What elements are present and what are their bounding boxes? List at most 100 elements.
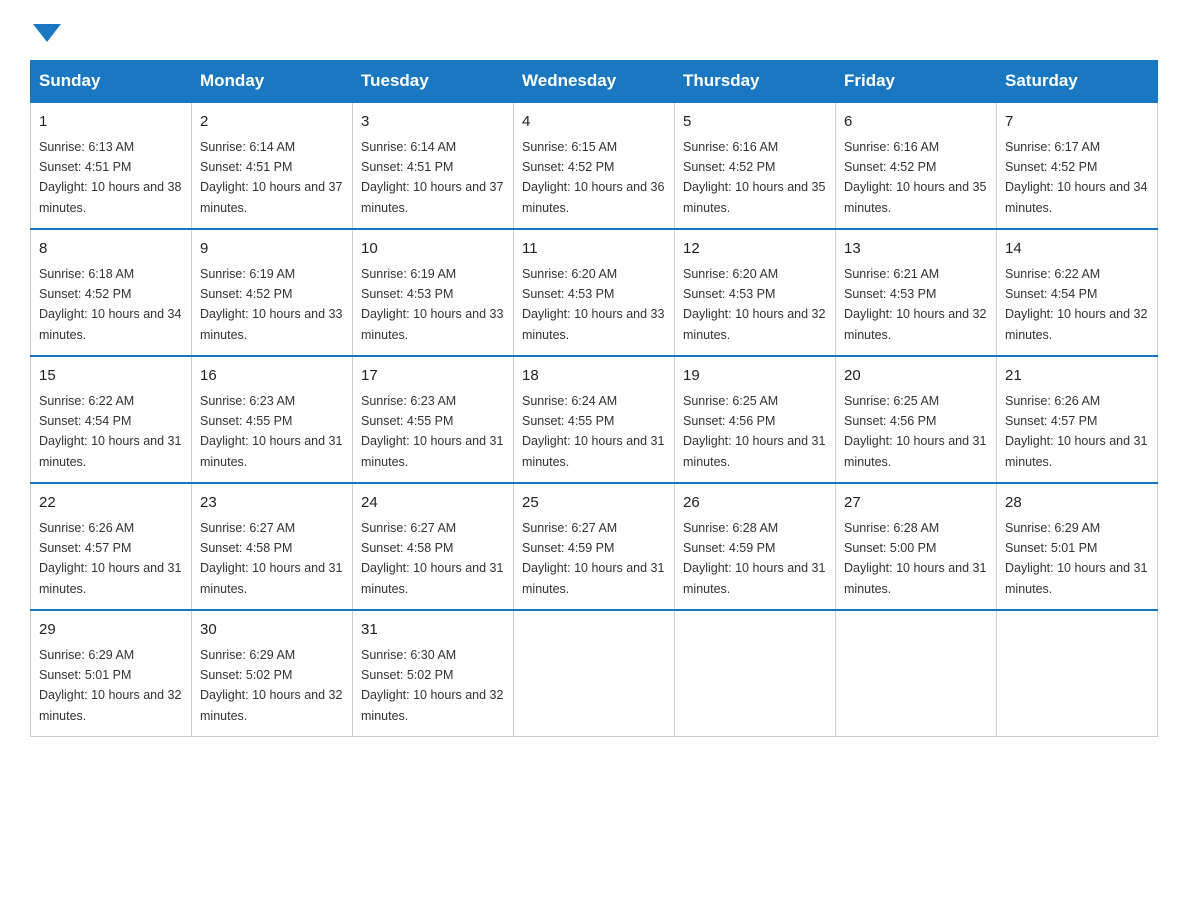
calendar-table: SundayMondayTuesdayWednesdayThursdayFrid… [30, 60, 1158, 737]
calendar-cell: 23 Sunrise: 6:27 AMSunset: 4:58 PMDaylig… [192, 483, 353, 610]
day-number: 20 [844, 365, 988, 388]
calendar-cell: 22 Sunrise: 6:26 AMSunset: 4:57 PMDaylig… [31, 483, 192, 610]
day-number: 23 [200, 492, 344, 515]
header-wednesday: Wednesday [514, 61, 675, 103]
calendar-cell: 24 Sunrise: 6:27 AMSunset: 4:58 PMDaylig… [353, 483, 514, 610]
day-number: 25 [522, 492, 666, 515]
day-info: Sunrise: 6:14 AMSunset: 4:51 PMDaylight:… [361, 140, 503, 215]
day-info: Sunrise: 6:29 AMSunset: 5:01 PMDaylight:… [1005, 521, 1147, 596]
day-info: Sunrise: 6:22 AMSunset: 4:54 PMDaylight:… [39, 394, 181, 469]
week-row-3: 15 Sunrise: 6:22 AMSunset: 4:54 PMDaylig… [31, 356, 1158, 483]
day-number: 22 [39, 492, 183, 515]
calendar-cell: 12 Sunrise: 6:20 AMSunset: 4:53 PMDaylig… [675, 229, 836, 356]
day-info: Sunrise: 6:29 AMSunset: 5:01 PMDaylight:… [39, 648, 181, 723]
calendar-cell: 20 Sunrise: 6:25 AMSunset: 4:56 PMDaylig… [836, 356, 997, 483]
calendar-cell: 1 Sunrise: 6:13 AMSunset: 4:51 PMDayligh… [31, 102, 192, 229]
day-number: 12 [683, 238, 827, 261]
day-number: 5 [683, 111, 827, 134]
day-number: 19 [683, 365, 827, 388]
day-info: Sunrise: 6:27 AMSunset: 4:58 PMDaylight:… [361, 521, 503, 596]
header-sunday: Sunday [31, 61, 192, 103]
day-number: 10 [361, 238, 505, 261]
day-info: Sunrise: 6:14 AMSunset: 4:51 PMDaylight:… [200, 140, 342, 215]
calendar-cell: 31 Sunrise: 6:30 AMSunset: 5:02 PMDaylig… [353, 610, 514, 737]
calendar-cell [675, 610, 836, 737]
day-number: 28 [1005, 492, 1149, 515]
day-info: Sunrise: 6:26 AMSunset: 4:57 PMDaylight:… [39, 521, 181, 596]
calendar-cell: 25 Sunrise: 6:27 AMSunset: 4:59 PMDaylig… [514, 483, 675, 610]
calendar-cell: 21 Sunrise: 6:26 AMSunset: 4:57 PMDaylig… [997, 356, 1158, 483]
calendar-cell: 10 Sunrise: 6:19 AMSunset: 4:53 PMDaylig… [353, 229, 514, 356]
calendar-cell: 30 Sunrise: 6:29 AMSunset: 5:02 PMDaylig… [192, 610, 353, 737]
header-saturday: Saturday [997, 61, 1158, 103]
day-number: 2 [200, 111, 344, 134]
day-info: Sunrise: 6:20 AMSunset: 4:53 PMDaylight:… [522, 267, 664, 342]
day-info: Sunrise: 6:27 AMSunset: 4:59 PMDaylight:… [522, 521, 664, 596]
calendar-cell: 26 Sunrise: 6:28 AMSunset: 4:59 PMDaylig… [675, 483, 836, 610]
calendar-cell: 9 Sunrise: 6:19 AMSunset: 4:52 PMDayligh… [192, 229, 353, 356]
header-thursday: Thursday [675, 61, 836, 103]
calendar-cell: 28 Sunrise: 6:29 AMSunset: 5:01 PMDaylig… [997, 483, 1158, 610]
day-info: Sunrise: 6:17 AMSunset: 4:52 PMDaylight:… [1005, 140, 1147, 215]
day-number: 4 [522, 111, 666, 134]
calendar-cell: 29 Sunrise: 6:29 AMSunset: 5:01 PMDaylig… [31, 610, 192, 737]
day-number: 8 [39, 238, 183, 261]
calendar-cell: 16 Sunrise: 6:23 AMSunset: 4:55 PMDaylig… [192, 356, 353, 483]
day-number: 1 [39, 111, 183, 134]
day-info: Sunrise: 6:28 AMSunset: 5:00 PMDaylight:… [844, 521, 986, 596]
day-number: 26 [683, 492, 827, 515]
day-number: 17 [361, 365, 505, 388]
day-info: Sunrise: 6:15 AMSunset: 4:52 PMDaylight:… [522, 140, 664, 215]
header-monday: Monday [192, 61, 353, 103]
day-number: 6 [844, 111, 988, 134]
header-tuesday: Tuesday [353, 61, 514, 103]
day-number: 7 [1005, 111, 1149, 134]
calendar-cell [836, 610, 997, 737]
day-info: Sunrise: 6:19 AMSunset: 4:53 PMDaylight:… [361, 267, 503, 342]
calendar-cell: 3 Sunrise: 6:14 AMSunset: 4:51 PMDayligh… [353, 102, 514, 229]
day-info: Sunrise: 6:22 AMSunset: 4:54 PMDaylight:… [1005, 267, 1147, 342]
calendar-cell: 17 Sunrise: 6:23 AMSunset: 4:55 PMDaylig… [353, 356, 514, 483]
week-row-5: 29 Sunrise: 6:29 AMSunset: 5:01 PMDaylig… [31, 610, 1158, 737]
day-info: Sunrise: 6:29 AMSunset: 5:02 PMDaylight:… [200, 648, 342, 723]
day-number: 14 [1005, 238, 1149, 261]
day-number: 27 [844, 492, 988, 515]
day-info: Sunrise: 6:13 AMSunset: 4:51 PMDaylight:… [39, 140, 181, 215]
day-number: 21 [1005, 365, 1149, 388]
calendar-cell: 27 Sunrise: 6:28 AMSunset: 5:00 PMDaylig… [836, 483, 997, 610]
day-info: Sunrise: 6:24 AMSunset: 4:55 PMDaylight:… [522, 394, 664, 469]
day-number: 13 [844, 238, 988, 261]
day-number: 31 [361, 619, 505, 642]
day-info: Sunrise: 6:25 AMSunset: 4:56 PMDaylight:… [683, 394, 825, 469]
day-info: Sunrise: 6:16 AMSunset: 4:52 PMDaylight:… [844, 140, 986, 215]
day-info: Sunrise: 6:23 AMSunset: 4:55 PMDaylight:… [361, 394, 503, 469]
calendar-cell: 14 Sunrise: 6:22 AMSunset: 4:54 PMDaylig… [997, 229, 1158, 356]
calendar-cell: 7 Sunrise: 6:17 AMSunset: 4:52 PMDayligh… [997, 102, 1158, 229]
calendar-cell [997, 610, 1158, 737]
calendar-cell: 19 Sunrise: 6:25 AMSunset: 4:56 PMDaylig… [675, 356, 836, 483]
calendar-cell: 13 Sunrise: 6:21 AMSunset: 4:53 PMDaylig… [836, 229, 997, 356]
calendar-cell: 18 Sunrise: 6:24 AMSunset: 4:55 PMDaylig… [514, 356, 675, 483]
day-number: 24 [361, 492, 505, 515]
day-number: 18 [522, 365, 666, 388]
day-info: Sunrise: 6:25 AMSunset: 4:56 PMDaylight:… [844, 394, 986, 469]
day-info: Sunrise: 6:23 AMSunset: 4:55 PMDaylight:… [200, 394, 342, 469]
day-info: Sunrise: 6:28 AMSunset: 4:59 PMDaylight:… [683, 521, 825, 596]
calendar-cell: 6 Sunrise: 6:16 AMSunset: 4:52 PMDayligh… [836, 102, 997, 229]
header-friday: Friday [836, 61, 997, 103]
day-number: 30 [200, 619, 344, 642]
page-header [30, 20, 1158, 42]
day-number: 11 [522, 238, 666, 261]
day-info: Sunrise: 6:30 AMSunset: 5:02 PMDaylight:… [361, 648, 503, 723]
logo-arrow-icon [33, 24, 61, 42]
header-row: SundayMondayTuesdayWednesdayThursdayFrid… [31, 61, 1158, 103]
day-info: Sunrise: 6:20 AMSunset: 4:53 PMDaylight:… [683, 267, 825, 342]
day-number: 16 [200, 365, 344, 388]
day-info: Sunrise: 6:16 AMSunset: 4:52 PMDaylight:… [683, 140, 825, 215]
calendar-cell [514, 610, 675, 737]
calendar-cell: 15 Sunrise: 6:22 AMSunset: 4:54 PMDaylig… [31, 356, 192, 483]
day-info: Sunrise: 6:26 AMSunset: 4:57 PMDaylight:… [1005, 394, 1147, 469]
calendar-cell: 5 Sunrise: 6:16 AMSunset: 4:52 PMDayligh… [675, 102, 836, 229]
day-number: 29 [39, 619, 183, 642]
day-number: 9 [200, 238, 344, 261]
